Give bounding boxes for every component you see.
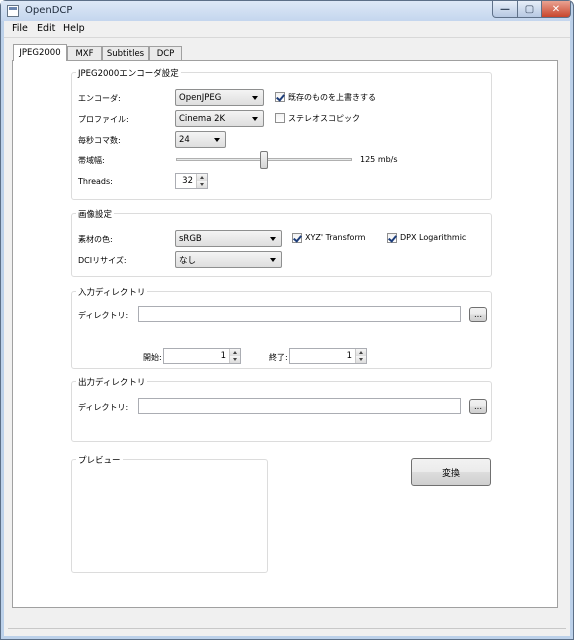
- end-value: 1: [346, 351, 352, 361]
- end-label: 終了:: [269, 353, 288, 362]
- menu-help[interactable]: Help: [63, 23, 85, 34]
- chevron-down-icon: [270, 258, 276, 262]
- threads-spinbox[interactable]: 32: [175, 173, 208, 189]
- dpx-log-label: DPX Logarithmic: [400, 233, 467, 242]
- color-value: sRGB: [179, 233, 202, 244]
- preview-group-title: プレビュー: [76, 454, 123, 466]
- dpx-log-checkbox[interactable]: [387, 233, 397, 243]
- output-group-title: 出力ディレクトリ: [76, 376, 148, 388]
- resize-select[interactable]: なし: [175, 251, 282, 268]
- stereoscopic-label: ステレオスコピック: [288, 114, 360, 123]
- chevron-down-icon: [252, 96, 258, 100]
- profile-value: Cinema 2K: [179, 113, 226, 124]
- fps-select[interactable]: 24: [175, 131, 226, 148]
- title-bar[interactable]: OpenDCP: [1, 1, 571, 21]
- maximize-button[interactable]: ▢: [517, 1, 542, 18]
- encoder-select[interactable]: OpenJPEG: [175, 89, 264, 106]
- xyz-transform-checkbox[interactable]: [292, 233, 302, 243]
- resize-value: なし: [179, 255, 197, 266]
- output-browse-button[interactable]: ...: [469, 399, 487, 414]
- tab-subtitles[interactable]: Subtitles: [102, 46, 149, 60]
- minimize-icon: —: [500, 3, 510, 15]
- chevron-down-icon: [252, 117, 258, 121]
- status-bar-divider: [8, 628, 566, 629]
- app-icon: [7, 5, 19, 17]
- output-dir-label: ディレクトリ:: [78, 403, 129, 412]
- start-spinbox[interactable]: 1: [163, 348, 241, 364]
- spin-down-icon[interactable]: [196, 181, 207, 188]
- input-dir-field[interactable]: [138, 306, 461, 322]
- convert-button[interactable]: 変換: [411, 458, 491, 486]
- profile-label: プロファイル:: [78, 115, 129, 124]
- spin-up-icon[interactable]: [229, 349, 240, 356]
- output-dir-field[interactable]: [138, 398, 461, 414]
- minimize-button[interactable]: —: [492, 1, 518, 18]
- input-browse-button[interactable]: ...: [469, 307, 487, 322]
- overwrite-label: 既存のものを上書きする: [288, 93, 376, 102]
- close-icon: ✕: [551, 3, 561, 15]
- image-group-title: 画像設定: [76, 208, 115, 220]
- spin-down-icon[interactable]: [229, 356, 240, 363]
- spin-up-icon[interactable]: [355, 349, 366, 356]
- tab-dcp[interactable]: DCP: [149, 46, 182, 60]
- start-value: 1: [220, 351, 226, 361]
- chevron-down-icon: [270, 237, 276, 241]
- color-label: 素材の色:: [78, 235, 113, 244]
- chevron-down-icon: [214, 138, 220, 142]
- end-spinbox[interactable]: 1: [289, 348, 367, 364]
- fps-label: 毎秒コマ数:: [78, 136, 121, 145]
- menu-edit[interactable]: Edit: [37, 23, 55, 34]
- profile-select[interactable]: Cinema 2K: [175, 110, 264, 127]
- spin-down-icon[interactable]: [355, 356, 366, 363]
- fps-value: 24: [179, 134, 190, 145]
- maximize-icon: ▢: [524, 3, 535, 15]
- xyz-transform-label: XYZ' Transform: [305, 233, 366, 242]
- bandwidth-value: 125 mb/s: [360, 155, 398, 164]
- menu-bar: File Edit Help: [4, 21, 570, 38]
- threads-label: Threads:: [78, 177, 113, 186]
- spin-up-icon[interactable]: [196, 174, 207, 181]
- window-title: OpenDCP: [25, 5, 73, 16]
- overwrite-checkbox[interactable]: [275, 92, 285, 102]
- menu-file[interactable]: File: [12, 23, 28, 34]
- start-label: 開始:: [143, 353, 162, 362]
- tab-mxf[interactable]: MXF: [67, 46, 102, 60]
- threads-value: 32: [182, 176, 193, 186]
- resize-label: DCIリサイズ:: [78, 256, 127, 265]
- preview-group: [71, 459, 268, 573]
- tab-jpeg2000[interactable]: JPEG2000: [13, 44, 67, 61]
- input-group-title: 入力ディレクトリ: [76, 286, 148, 298]
- input-dir-label: ディレクトリ:: [78, 311, 129, 320]
- color-select[interactable]: sRGB: [175, 230, 282, 247]
- bandwidth-label: 帯域幅:: [78, 156, 105, 165]
- encoder-label: エンコーダ:: [78, 94, 121, 103]
- close-button[interactable]: ✕: [541, 1, 571, 18]
- jpeg2000-group-title: JPEG2000エンコーダ設定: [76, 67, 181, 79]
- convert-button-label: 変換: [441, 468, 460, 479]
- encoder-value: OpenJPEG: [179, 92, 222, 103]
- bandwidth-slider-thumb[interactable]: [260, 151, 268, 169]
- stereoscopic-checkbox[interactable]: [275, 113, 285, 123]
